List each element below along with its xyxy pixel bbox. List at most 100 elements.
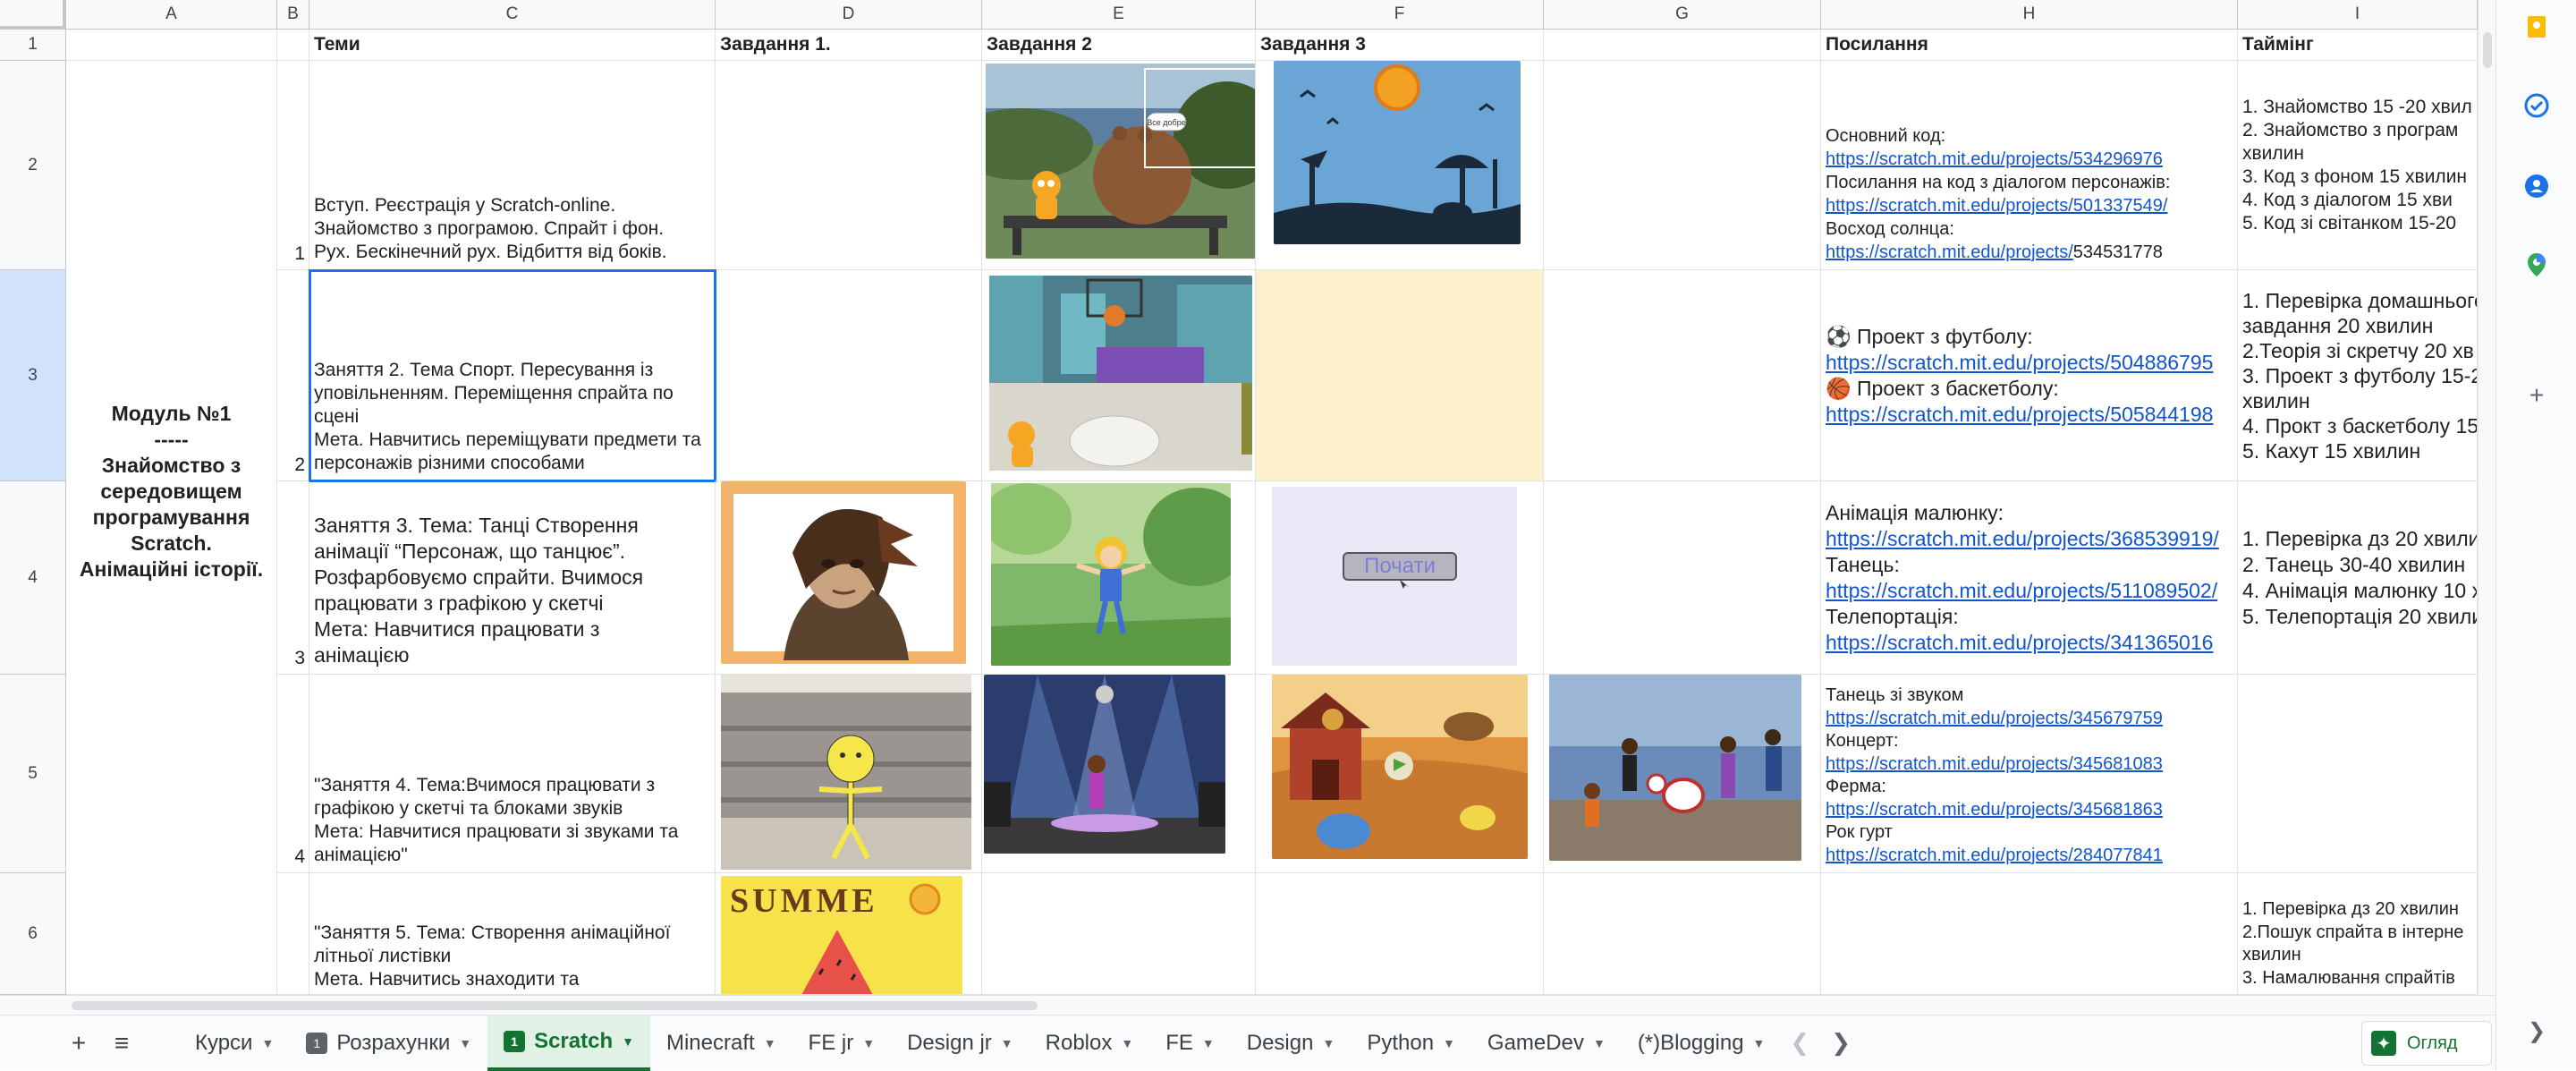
column-header-d[interactable]: D — [716, 0, 982, 30]
cell-g4[interactable] — [1544, 481, 1821, 675]
row-header-3[interactable]: 3 — [0, 270, 66, 481]
horizontal-scrollbar[interactable] — [0, 995, 2496, 1015]
cell-g6[interactable] — [1544, 873, 1821, 995]
chevron-right-icon[interactable]: ❯ — [1831, 1029, 1851, 1057]
timing-cell-row-3[interactable]: 1. Перевірка домашнього завдання 20 хвил… — [2238, 270, 2478, 481]
summer-card-image[interactable]: SUMME — [721, 876, 962, 995]
vertical-scroll-thumb[interactable] — [2483, 32, 2492, 68]
header-task-2[interactable]: Завдання 2 — [982, 30, 1256, 61]
column-header-f[interactable]: F — [1256, 0, 1544, 30]
cell-g3[interactable] — [1544, 270, 1821, 481]
header-task-1[interactable]: Завдання 1. — [716, 30, 982, 61]
task-1-cell-row-5[interactable] — [716, 675, 982, 873]
module-cell[interactable]: Модуль №1 ----- Знайомство з середовищем… — [66, 61, 277, 995]
collapse-panel-icon[interactable]: ❯ — [2521, 1015, 2553, 1047]
column-header-i[interactable]: I — [2238, 0, 2478, 30]
task-3-cell-row-6[interactable] — [1256, 873, 1544, 995]
column-header-h[interactable]: H — [1821, 0, 2238, 30]
rock-band-image[interactable] — [1549, 675, 1801, 861]
tab-fe[interactable]: FE ▼ — [1149, 1016, 1231, 1071]
row-header-5[interactable]: 5 — [0, 675, 66, 873]
lesson-number-4[interactable]: 4 — [277, 675, 309, 873]
add-sheet-icon[interactable]: + — [57, 1016, 100, 1071]
link-concert[interactable]: https://scratch.mit.edu/projects/3456810… — [1826, 753, 2233, 777]
task-1-cell-row-2[interactable] — [716, 61, 982, 270]
header-task-3[interactable]: Завдання 3 — [1256, 30, 1544, 61]
horizontal-scroll-thumb[interactable] — [72, 1001, 1038, 1010]
add-addon-icon[interactable]: + — [2521, 379, 2553, 412]
task-2-cell-row-5[interactable] — [982, 675, 1256, 873]
link-rock-band[interactable]: https://scratch.mit.edu/projects/2840778… — [1826, 845, 2233, 868]
select-all-corner[interactable] — [0, 0, 66, 30]
task-3-cell-row-3[interactable] — [1256, 270, 1544, 481]
sunrise-savanna-image[interactable] — [1274, 61, 1521, 244]
girl-portrait-image[interactable] — [721, 481, 966, 664]
tab-minecraft[interactable]: Minecraft ▼ — [650, 1016, 792, 1071]
tab-gamedev[interactable]: GameDev ▼ — [1471, 1016, 1622, 1071]
tab-courses[interactable]: Курси ▼ — [179, 1016, 290, 1071]
bear-cat-scene-image[interactable]: Все добре — [986, 64, 1256, 259]
column-header-a[interactable]: A — [66, 0, 277, 30]
start-screen-image[interactable]: Почати — [1272, 487, 1517, 666]
links-cell-row-5[interactable]: Танець зі звуком https://scratch.mit.edu… — [1821, 675, 2238, 873]
timing-cell-row-5[interactable] — [2238, 675, 2478, 873]
links-cell-row-2[interactable]: Основний код: https://scratch.mit.edu/pr… — [1821, 61, 2238, 270]
links-cell-row-3[interactable]: ⚽ Проект з футболу: https://scratch.mit.… — [1821, 270, 2238, 481]
timing-cell-row-4[interactable]: 1. Перевірка дз 20 хвили 2. Танець 30-40… — [2238, 481, 2478, 675]
tab-design-jr[interactable]: Design jr ▼ — [891, 1016, 1030, 1071]
contacts-icon[interactable] — [2521, 170, 2553, 202]
header-timing[interactable]: Таймінг — [2238, 30, 2478, 61]
column-header-g[interactable]: G — [1544, 0, 1821, 30]
timing-cell-row-2[interactable]: 1. Знайомство 15 -20 хвил 2. Знайомство … — [2238, 61, 2478, 270]
link-football[interactable]: https://scratch.mit.edu/projects/5048867… — [1826, 350, 2233, 376]
cell-b1[interactable] — [277, 30, 309, 61]
task-1-cell-row-6[interactable]: SUMME — [716, 873, 982, 995]
lesson-topic-4[interactable]: "Заняття 4. Тема:Вчимося працювати з гра… — [309, 675, 716, 873]
task-2-cell-row-6[interactable] — [982, 873, 1256, 995]
link-farm[interactable]: https://scratch.mit.edu/projects/3456818… — [1826, 799, 2233, 822]
links-cell-row-4[interactable]: Анімація малюнку: https://scratch.mit.ed… — [1821, 481, 2238, 675]
amphitheater-figure-image[interactable] — [721, 675, 971, 870]
maps-icon[interactable] — [2521, 249, 2553, 281]
basketball-court-image[interactable] — [989, 276, 1252, 471]
chevron-left-icon[interactable]: ❮ — [1790, 1029, 1809, 1057]
link-basketball[interactable]: https://scratch.mit.edu/projects/5058441… — [1826, 402, 2233, 428]
timing-cell-row-6[interactable]: 1. Перевірка дз 20 хвилин 2.Пошук спрайт… — [2238, 873, 2478, 995]
dancing-girl-image[interactable] — [991, 483, 1231, 666]
link-sound-dance[interactable]: https://scratch.mit.edu/projects/3456797… — [1826, 708, 2233, 731]
task-1-cell-row-3[interactable] — [716, 270, 982, 481]
tab-scratch[interactable]: 1 Scratch ▼ — [487, 1015, 650, 1071]
header-topics[interactable]: Теми — [309, 30, 716, 61]
lesson-number-5[interactable] — [277, 873, 309, 995]
link-teleport[interactable]: https://scratch.mit.edu/projects/3413650… — [1826, 630, 2233, 656]
link-dialog-code[interactable]: https://scratch.mit.edu/projects/5013375… — [1826, 194, 2233, 217]
link-main-code[interactable]: https://scratch.mit.edu/projects/5342969… — [1826, 148, 2233, 171]
task-4-cell-row-5[interactable] — [1544, 675, 1821, 873]
lesson-topic-2[interactable]: Заняття 2. Тема Спорт. Пересування із уп… — [309, 269, 716, 482]
row-header-6[interactable]: 6 — [0, 873, 66, 995]
header-links[interactable]: Посилання — [1821, 30, 2238, 61]
column-header-b[interactable]: B — [277, 0, 309, 30]
lesson-number-1[interactable]: 1 — [277, 61, 309, 270]
tab-roblox[interactable]: Roblox ▼ — [1030, 1016, 1150, 1071]
tab-fe-jr[interactable]: FE jr ▼ — [792, 1016, 892, 1071]
keep-icon[interactable] — [2521, 11, 2553, 43]
link-dance[interactable]: https://scratch.mit.edu/projects/5110895… — [1826, 578, 2233, 604]
tab-blogging[interactable]: (*)Blogging ▼ — [1622, 1016, 1782, 1071]
row-header-4[interactable]: 4 — [0, 481, 66, 675]
tab-calculations[interactable]: 1 Розрахунки ▼ — [290, 1016, 487, 1071]
task-3-cell-row-5[interactable] — [1256, 675, 1544, 873]
task-2-cell-row-3[interactable] — [982, 270, 1256, 481]
explore-button[interactable]: ✦ Огляд — [2361, 1021, 2492, 1066]
link-drawing-animation[interactable]: https://scratch.mit.edu/projects/3685399… — [1826, 526, 2233, 552]
task-2-cell-row-2[interactable]: Все добре — [982, 61, 1256, 270]
tasks-icon[interactable] — [2521, 89, 2553, 122]
cell-a1[interactable] — [66, 30, 277, 61]
row-header-2[interactable]: 2 — [0, 61, 66, 270]
column-header-c[interactable]: C — [309, 0, 716, 30]
lesson-number-2[interactable]: 2 — [277, 270, 309, 481]
cell-g2[interactable] — [1544, 61, 1821, 270]
all-sheets-icon[interactable]: ≡ — [100, 1016, 143, 1071]
lesson-topic-5[interactable]: "Заняття 5. Тема: Створення анімаційної … — [309, 873, 716, 995]
link-sunrise[interactable]: https://scratch.mit.edu/projects/ — [1826, 242, 2073, 262]
